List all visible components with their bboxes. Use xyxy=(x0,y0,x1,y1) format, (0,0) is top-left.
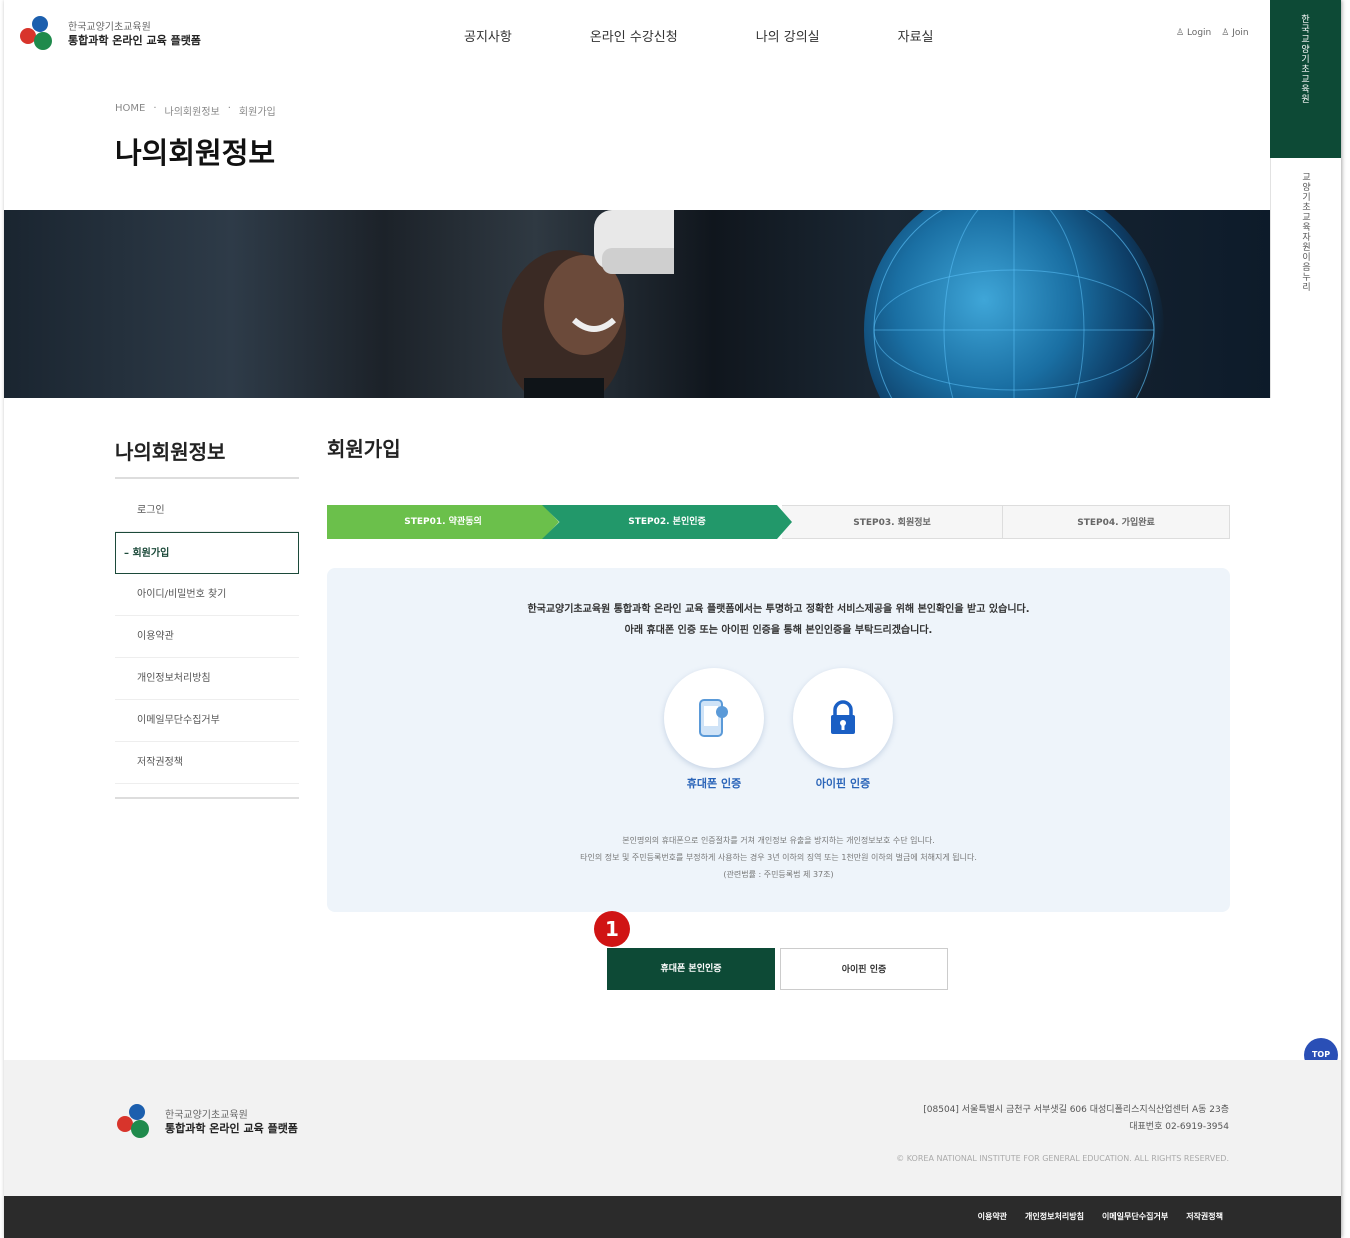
sidebar-item-login[interactable]: 로그인 xyxy=(115,490,299,532)
step-agree: STEP01. 약관동의 xyxy=(327,505,559,539)
user-plus-icon: ♙ xyxy=(1221,28,1230,38)
footer-link-privacy[interactable]: 개인정보처리방침 xyxy=(1025,1211,1084,1222)
ipin-auth-circle[interactable] xyxy=(793,668,893,768)
footer-bottom-bar: 이용약관 개인정보처리방침 이메일무단수집거부 저작권정책 xyxy=(4,1196,1341,1238)
breadcrumb: HOME · 나의회원정보 · 회원가입 xyxy=(115,103,276,118)
footer-link-terms[interactable]: 이용약관 xyxy=(978,1211,1007,1222)
sidebar-item-terms[interactable]: 이용약관 xyxy=(115,616,299,658)
util-menu: ♙ Login ♙ Join xyxy=(1176,28,1249,38)
nav-resources[interactable]: 자료실 xyxy=(898,26,934,45)
phone-verify-button[interactable]: 휴대폰 본인인증 xyxy=(607,948,775,990)
nav-notice[interactable]: 공지사항 xyxy=(464,26,512,45)
page-title: 나의회원정보 xyxy=(115,136,276,170)
footer-phone: 대표번호 02-6919-3954 xyxy=(1129,1122,1229,1132)
auth-desc-line1: 한국교양기초교육원 통합과학 온라인 교육 플랫폼에서는 투명하고 정확한 서비… xyxy=(527,604,1030,615)
side-tab-institute-label: 한국교양기초교육원 xyxy=(1299,14,1309,104)
legal-notice-line1: 본인명의의 휴대폰으로 인증절차를 거쳐 개인정보 유출을 방지하는 개인정보보… xyxy=(622,836,935,845)
sidebar-item-privacy[interactable]: 개인정보처리방침 xyxy=(115,658,299,700)
footer-copyright: © KOREA NATIONAL INSTITUTE FOR GENERAL E… xyxy=(896,1154,1229,1163)
login-link[interactable]: ♙ Login xyxy=(1176,28,1211,38)
footer-logo-line1: 한국교양기초교육원 xyxy=(165,1110,248,1121)
user-icon: ♙ xyxy=(1176,28,1185,38)
sidebar-item-find-id-pw[interactable]: 아이디/비밀번호 찾기 xyxy=(115,574,299,616)
footer-address-block: [08504] 서울특별시 금천구 서부샛길 606 대성디폴리스지식산업센터 … xyxy=(923,1102,1229,1136)
page: 한국교양기초교육원 통합과학 온라인 교육 플랫폼 공지사항 온라인 수강신청 … xyxy=(4,0,1341,1238)
sidebar-item-signup[interactable]: 회원가입 xyxy=(115,532,299,574)
sidebar-menu: 로그인 회원가입 아이디/비밀번호 찾기 이용약관 개인정보처리방침 이메일무단… xyxy=(115,490,299,784)
footer-links: 이용약관 개인정보처리방침 이메일무단수집거부 저작권정책 xyxy=(978,1211,1223,1222)
step-member-info: STEP03. 회원정보 xyxy=(782,505,1002,539)
signup-steps: STEP01. 약관동의 STEP02. 본인인증 STEP03. 회원정보 S… xyxy=(327,505,1230,539)
logo-icon xyxy=(18,14,58,54)
legal-notice-line2: 타인의 정보 및 주민등록번호를 부정하게 사용하는 경우 3년 이하의 징역 … xyxy=(580,853,977,862)
content-title: 회원가입 xyxy=(327,437,401,461)
footer-address: [08504] 서울특별시 금천구 서부샛길 606 대성디폴리스지식산업센터 … xyxy=(923,1105,1229,1115)
sidebar-item-email-refusal[interactable]: 이메일무단수집거부 xyxy=(115,700,299,742)
auth-box: 한국교양기초교육원 통합과학 온라인 교육 플랫폼에서는 투명하고 정확한 서비… xyxy=(327,568,1230,912)
logo-line1: 한국교양기초교육원 xyxy=(68,22,151,33)
logo[interactable]: 한국교양기초교육원 통합과학 온라인 교육 플랫폼 xyxy=(18,14,201,54)
hero-banner xyxy=(4,210,1270,398)
footer-logo-icon xyxy=(115,1102,155,1142)
globe-grid-image xyxy=(873,210,1155,398)
breadcrumb-current: 회원가입 xyxy=(238,107,276,118)
header: 한국교양기초교육원 통합과학 온라인 교육 플랫폼 공지사항 온라인 수강신청 … xyxy=(4,0,1341,70)
sidebar-item-copyright[interactable]: 저작권정책 xyxy=(115,742,299,784)
footer-logo-line2: 통합과학 온라인 교육 플랫폼 xyxy=(165,1122,298,1135)
footer-logo[interactable]: 한국교양기초교육원 통합과학 온라인 교육 플랫폼 xyxy=(115,1102,298,1142)
join-link[interactable]: ♙ Join xyxy=(1221,28,1248,38)
phone-auth-circle[interactable] xyxy=(664,668,764,768)
nav-my-classroom[interactable]: 나의 강의실 xyxy=(756,26,820,45)
breadcrumb-myinfo[interactable]: 나의회원정보 xyxy=(165,103,220,118)
side-tab-resource[interactable]: 교양기초교육자원이음누리 xyxy=(1270,158,1341,398)
vr-person-image xyxy=(502,210,674,398)
footer-link-copyright[interactable]: 저작권정책 xyxy=(1186,1211,1223,1222)
step-badge: 1 xyxy=(594,911,630,947)
ipin-auth-label[interactable]: 아이핀 인증 xyxy=(783,775,903,791)
phone-auth-label[interactable]: 휴대폰 인증 xyxy=(654,775,774,791)
sidebar-title: 나의회원정보 xyxy=(115,440,226,464)
ipin-verify-button[interactable]: 아이핀 인증 xyxy=(780,948,948,990)
footer-link-email-refusal[interactable]: 이메일무단수집거부 xyxy=(1102,1211,1168,1222)
breadcrumb-home[interactable]: HOME xyxy=(115,103,145,118)
legal-notice-line3: (관련법률 : 주민등록법 제 37조) xyxy=(723,870,834,879)
auth-desc-line2: 아래 휴대폰 인증 또는 아이핀 인증을 통해 본인인증을 부탁드리겠습니다. xyxy=(624,625,933,636)
step-verify: STEP02. 본인인증 xyxy=(542,505,792,539)
mobile-phone-icon xyxy=(699,699,728,737)
side-tab-institute[interactable]: 한국교양기초교육원 xyxy=(1270,0,1341,158)
nav-course-apply[interactable]: 온라인 수강신청 xyxy=(590,26,678,45)
footer: 한국교양기초교육원 통합과학 온라인 교육 플랫폼 [08504] 서울특별시 … xyxy=(4,1060,1341,1196)
side-tab-resource-label: 교양기초교육자원이음누리 xyxy=(1300,172,1310,292)
sidebar-divider xyxy=(115,477,299,479)
step-complete: STEP04. 가입완료 xyxy=(1002,505,1230,539)
main-nav: 공지사항 온라인 수강신청 나의 강의실 자료실 xyxy=(464,26,1012,45)
sidebar-bottom-divider xyxy=(115,797,299,799)
lock-icon xyxy=(831,700,855,734)
logo-line2: 통합과학 온라인 교육 플랫폼 xyxy=(68,34,201,47)
